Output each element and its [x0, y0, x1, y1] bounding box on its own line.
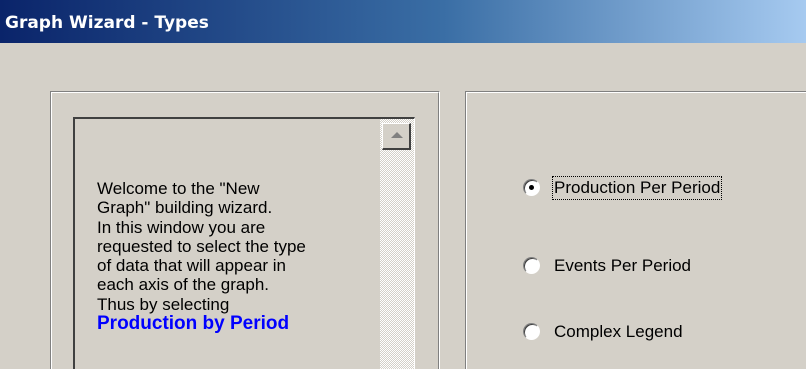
radio-label-production-per-period[interactable]: Production Per Period	[551, 176, 723, 200]
help-text-line: each axis of the graph.	[97, 275, 270, 295]
help-text-line: Thus by selecting	[97, 294, 230, 314]
vertical-scrollbar[interactable]	[380, 119, 414, 369]
radio-label-events-per-period[interactable]: Events Per Period	[553, 255, 692, 277]
radio-button-checked[interactable]	[523, 179, 540, 196]
title-bar[interactable]: Graph Wizard - Types	[0, 0, 806, 43]
scroll-up-button[interactable]	[382, 123, 411, 150]
graph-wizard-window: Graph Wizard - Types Welcome to the "New…	[0, 0, 806, 369]
help-text-content: Welcome to the "New Graph" building wiza…	[97, 179, 352, 333]
help-text-highlight: Production by Period	[97, 313, 290, 335]
radio-label-complex-legend[interactable]: Complex Legend	[553, 321, 684, 343]
help-text-line: In this window you are	[97, 217, 266, 237]
radio-button[interactable]	[523, 323, 540, 340]
radio-button[interactable]	[523, 257, 540, 274]
help-text-line: requested to select the type	[97, 236, 306, 256]
help-text-line: Graph" building wizard.	[97, 198, 273, 218]
window-title: Graph Wizard - Types	[5, 13, 209, 33]
help-text-box[interactable]: Welcome to the "New Graph" building wiza…	[73, 117, 415, 369]
scroll-up-arrow-icon	[391, 132, 403, 138]
radio-dot-icon	[529, 185, 534, 190]
help-text-line: of data that will appear in	[97, 256, 287, 276]
help-text-line: Welcome to the "New	[97, 179, 260, 198]
